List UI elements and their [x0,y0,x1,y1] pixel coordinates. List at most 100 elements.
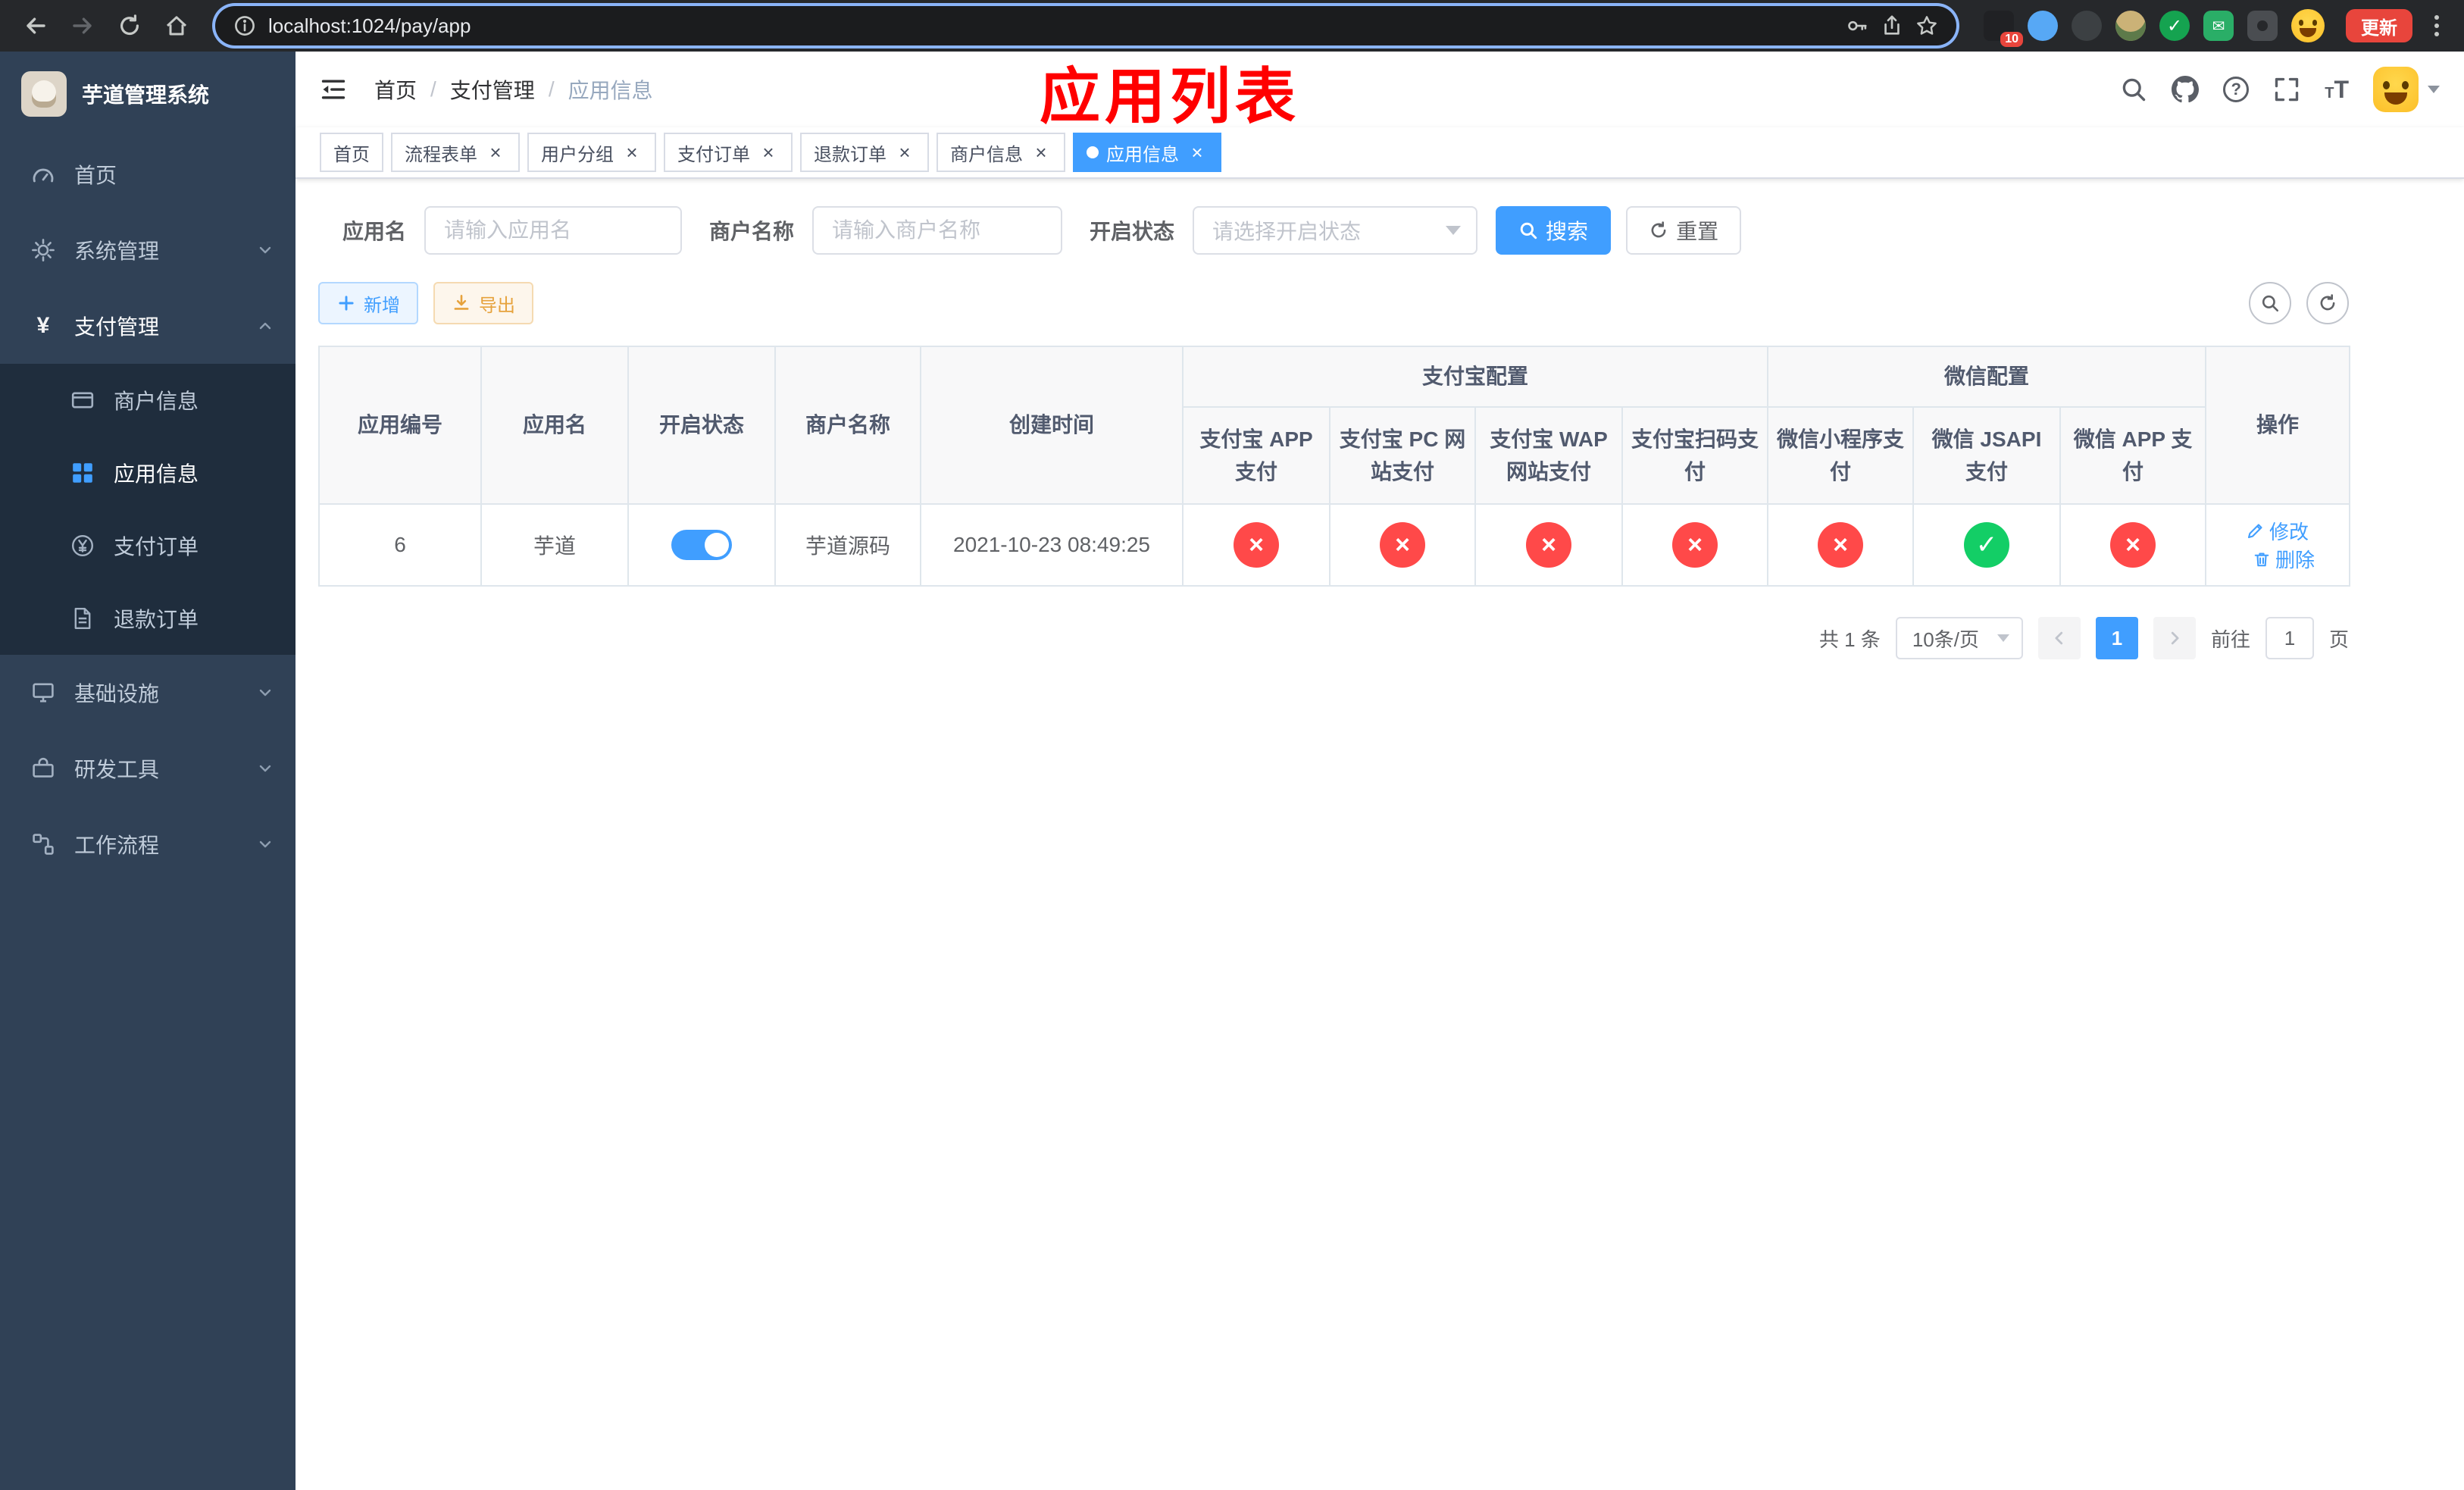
chrome-update-button[interactable]: 更新 [2346,9,2412,42]
page-number-current[interactable]: 1 [2095,617,2138,659]
merchant-name-input[interactable] [812,206,1063,255]
cell-wx-app: × [2059,503,2207,587]
chevron-up-icon [256,317,274,335]
pagination: 共 1 条 10条/页 1 前往 1 页 [318,617,2349,659]
toggle-search-icon[interactable] [2249,282,2291,324]
document-icon [70,606,95,631]
tag-refund-order[interactable]: 退款订单 × [800,133,929,172]
reload-icon[interactable] [109,5,150,46]
payment-submenu: 商户信息 应用信息 支付订单 退款订单 [0,364,295,655]
fullscreen-icon[interactable] [2273,76,2300,103]
address-bar[interactable]: localhost:1024/pay/app [215,6,1956,45]
logo-row[interactable]: 芋道管理系统 [0,52,295,136]
url-text[interactable]: localhost:1024/pay/app [268,14,1834,38]
breadcrumb-payment[interactable]: 支付管理 [450,74,535,105]
sidebar-item-merchant-info[interactable]: 商户信息 [0,364,295,437]
sidebar-item-pay-order[interactable]: 支付订单 [0,509,295,582]
tag-home[interactable]: 首页 [320,133,383,172]
close-icon[interactable]: × [621,142,643,163]
sidebar-menu: 首页 系统管理 ¥ 支付管理 商户信息 应用信息 支付订单 退款订单 基础设施 … [0,136,295,1490]
browser-profile-avatar[interactable] [2291,9,2325,42]
browser-chrome: localhost:1024/pay/app 10 ✓ ✉ 更新 [0,0,2464,52]
gear-icon [30,237,56,263]
extension-badge: 10 [2000,32,2023,47]
chevron-down-icon [256,684,274,702]
font-size-icon[interactable]: TT [2325,76,2349,104]
cell-status [627,503,776,587]
col-merchant: 商户名称 [774,346,921,505]
site-info-icon[interactable] [233,14,256,37]
sidebar-item-payment[interactable]: ¥ 支付管理 [0,288,295,364]
sidebar-item-home[interactable]: 首页 [0,136,295,212]
password-key-icon[interactable] [1846,14,1868,37]
help-icon[interactable]: ? [2223,77,2250,102]
breadcrumb-current: 应用信息 [568,79,653,102]
cell-alipay-wap: × [1474,503,1623,587]
close-icon[interactable]: × [1187,142,1208,163]
sidebar-item-refund-order[interactable]: 退款订单 [0,582,295,655]
share-icon[interactable] [1881,14,1903,37]
export-button[interactable]: 导出 [433,282,533,324]
col-wx-jsapi: 微信 JSAPI 支付 [1912,406,2062,505]
col-alipay-pc: 支付宝 PC 网站支付 [1329,406,1476,505]
bookmark-star-icon[interactable] [1915,14,1938,37]
breadcrumb-home[interactable]: 首页 [374,74,417,105]
tag-user-group[interactable]: 用户分组 × [527,133,656,172]
extensions-puzzle-icon[interactable] [2247,11,2278,41]
search-icon[interactable] [2120,76,2147,103]
tag-app-info[interactable]: 应用信息 × [1073,133,1221,172]
status-label: 开启状态 [1090,220,1175,243]
extension-chat-icon[interactable]: ✉ [2203,11,2234,41]
search-button[interactable]: 搜索 [1496,206,1612,255]
delete-link[interactable]: 删除 [2253,545,2315,573]
chevron-down-icon [1997,634,2009,648]
tag-merchant-info[interactable]: 商户信息 × [937,133,1065,172]
cell-alipay-pc: × [1329,503,1476,587]
browser-menu-kebab-icon[interactable] [2425,9,2449,42]
page-size-select[interactable]: 10条/页 [1895,617,2023,659]
close-icon[interactable]: × [894,142,915,163]
sidebar-item-app-info[interactable]: 应用信息 [0,437,295,509]
user-avatar[interactable] [2373,67,2440,112]
back-icon[interactable] [15,5,56,46]
edit-link[interactable]: 修改 [2247,517,2309,545]
home-icon[interactable] [156,5,197,46]
sidebar-item-system[interactable]: 系统管理 [0,212,295,288]
next-page-button[interactable] [2153,617,2196,659]
app-name-input[interactable] [424,206,683,255]
extension-grid-icon[interactable]: 10 [1984,11,2023,47]
col-wx-app: 微信 APP 支付 [2059,406,2207,505]
reset-button[interactable]: 重置 [1626,206,1742,255]
tag-pay-order[interactable]: 支付订单 × [664,133,793,172]
tag-process-form[interactable]: 流程表单 × [391,133,520,172]
extension-dark-icon[interactable] [2072,11,2102,41]
sidebar-item-label: 支付管理 [74,315,160,339]
close-icon[interactable]: × [1030,142,1052,163]
extension-blue-icon[interactable] [2028,11,2058,41]
close-icon[interactable]: × [485,142,506,163]
sidebar-item-dev-tools[interactable]: 研发工具 [0,731,295,806]
toolbox-icon [30,756,56,781]
close-icon[interactable]: × [758,142,779,163]
sidebar-item-workflow[interactable]: 工作流程 [0,806,295,882]
goto-label: 前往 [2210,628,2250,651]
sidebar-item-infrastructure[interactable]: 基础设施 [0,655,295,731]
chevron-down-icon [256,759,274,778]
github-icon[interactable] [2172,76,2200,103]
sidebar-item-label: 研发工具 [74,758,160,781]
prev-page-button[interactable] [2037,617,2081,659]
add-button[interactable]: 新增 [318,282,418,324]
col-group-wechat: 微信配置 [1767,346,2207,408]
refresh-icon[interactable] [2306,282,2349,324]
goto-page-input[interactable] [2265,617,2314,659]
status-toggle[interactable] [671,530,732,560]
forward-icon[interactable] [62,5,103,46]
col-created: 创建时间 [920,346,1184,505]
status-select[interactable]: 请选择开启状态 [1193,206,1478,255]
extension-check-icon[interactable]: ✓ [2159,11,2190,41]
col-alipay-app: 支付宝 APP 支付 [1182,406,1330,505]
cell-alipay-app: × [1182,503,1330,587]
avatar-emoji [2373,67,2419,112]
extension-avatar-icon[interactable] [2115,11,2146,41]
sidebar-fold-icon[interactable] [320,76,347,103]
